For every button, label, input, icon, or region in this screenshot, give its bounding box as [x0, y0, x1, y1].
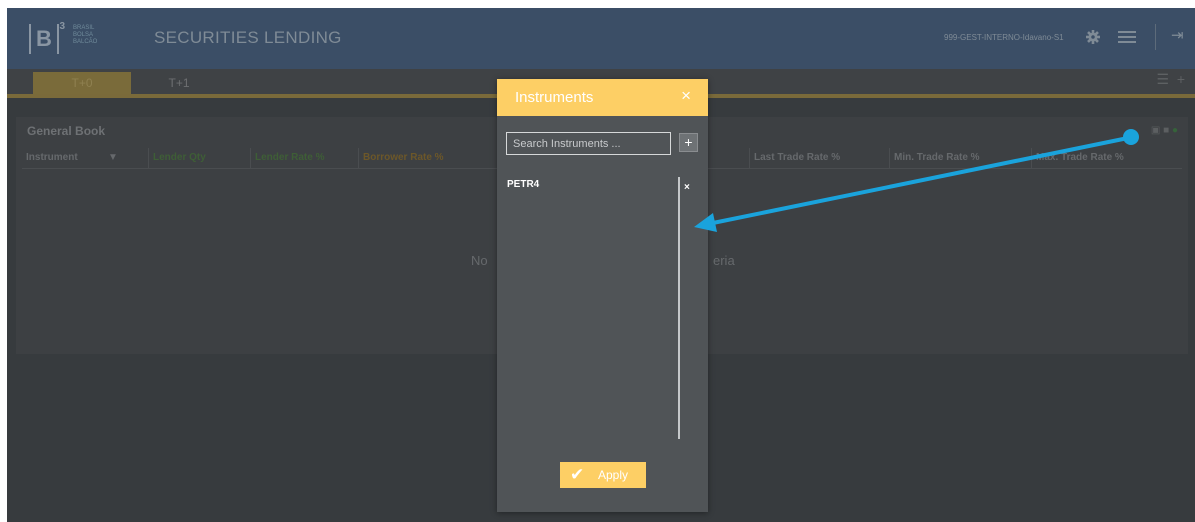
app-title: SECURITIES LENDING — [154, 28, 342, 47]
search-instruments-input[interactable] — [506, 132, 671, 155]
tab-t0[interactable]: T+0 — [33, 72, 131, 94]
tab-t1[interactable]: T+1 — [159, 72, 199, 94]
close-icon[interactable]: × — [681, 86, 691, 106]
column-min-trade-rate[interactable]: Min. Trade Rate % — [889, 148, 1024, 168]
logo-word: BALCÃO — [73, 39, 98, 45]
top-header: B3 BRASIL BOLSA BALCÃO SECURITIES LENDIN… — [7, 8, 1195, 69]
modal-title: Instruments — [515, 89, 594, 106]
logo-word: BRASIL — [73, 25, 95, 31]
hamburger-icon[interactable] — [1118, 28, 1136, 44]
list-item[interactable]: PETR4 — [506, 177, 678, 192]
column-borrower-rate[interactable]: Borrower Rate % — [358, 148, 503, 168]
panel-tools: ▣ ■ ● — [1151, 125, 1178, 136]
apply-button[interactable]: ✔ Apply — [560, 462, 646, 488]
apply-label: Apply — [598, 468, 629, 482]
empty-message-right: eria — [713, 253, 735, 268]
column-instrument[interactable]: Instrument ▼ — [22, 148, 126, 168]
column-lender-qty[interactable]: Lender Qty — [148, 148, 245, 168]
logo-superscript: 3 — [59, 21, 65, 32]
add-instrument-button[interactable]: + — [679, 133, 698, 152]
header-divider — [1155, 24, 1156, 50]
instruments-modal: Instruments × + PETR4 × ✔ Apply — [497, 79, 708, 512]
column-last-trade-rate[interactable]: Last Trade Rate % — [749, 148, 884, 168]
modal-header: Instruments × — [497, 79, 708, 116]
logout-icon[interactable]: ⇥ — [1171, 26, 1184, 44]
logo-word: BOLSA — [73, 32, 94, 38]
column-max-trade-rate[interactable]: Max. Trade Rate % — [1031, 148, 1176, 168]
folder-icon[interactable]: ■ — [1163, 125, 1169, 136]
gear-icon[interactable] — [1086, 30, 1100, 44]
empty-message-left: No — [471, 253, 488, 268]
filter-icon[interactable]: ▼ — [108, 148, 118, 168]
columns-icon[interactable]: ☰ — [1156, 71, 1169, 87]
column-label: Instrument — [26, 152, 78, 163]
copy-icon[interactable]: ▣ — [1151, 125, 1160, 136]
user-label[interactable]: 999-GEST-INTERNO-Idavano-S1 — [944, 33, 1064, 42]
plus-icon[interactable]: + — [1177, 71, 1185, 87]
logo-wordmark: BRASIL BOLSA BALCÃO — [73, 25, 97, 46]
status-icon: ● — [1171, 125, 1178, 136]
column-lender-rate[interactable]: Lender Rate % — [250, 148, 353, 168]
b3-logo: B3 — [29, 21, 65, 54]
logo-mark: B — [36, 26, 52, 51]
panel-title: General Book — [27, 124, 106, 138]
check-icon: ✔ — [570, 465, 585, 484]
remove-instrument-icon[interactable]: × — [684, 182, 690, 193]
tab-tools: ☰ + — [1156, 71, 1185, 88]
selected-instruments-list[interactable]: PETR4 — [506, 177, 680, 439]
